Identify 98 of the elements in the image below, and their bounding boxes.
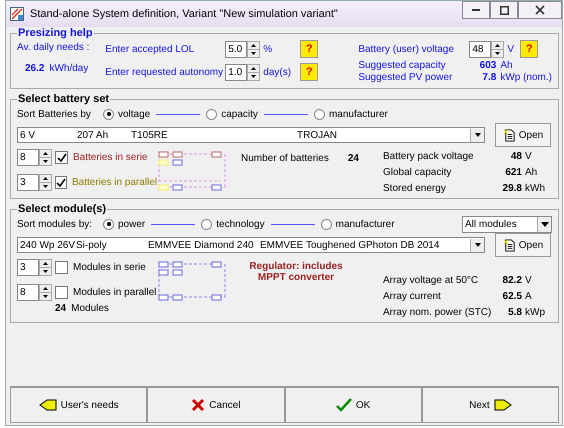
stat-label: Stored energy xyxy=(383,182,447,194)
minimize-button[interactable] xyxy=(462,1,490,19)
back-button[interactable]: User's needs xyxy=(10,387,148,423)
checkbox[interactable] xyxy=(55,151,68,164)
stat-value: 62.5 xyxy=(502,290,522,302)
checkbox-label: Modules in parallel xyxy=(73,287,156,298)
count-label: Modules xyxy=(71,303,109,314)
dropdown-arrow-icon xyxy=(540,222,548,226)
checkbox[interactable] xyxy=(55,286,68,299)
group-title: Select module(s) xyxy=(17,203,108,215)
number-field[interactable]: 48 xyxy=(469,40,492,58)
document-icon xyxy=(502,128,516,142)
checkbox-label: Batteries in parallel xyxy=(72,177,158,188)
stat-label: Number of batteries xyxy=(241,153,329,164)
unit-label: V xyxy=(525,150,532,162)
minimize-icon xyxy=(472,9,480,11)
number-field[interactable]: 5.0 xyxy=(225,40,248,58)
checkbox[interactable] xyxy=(55,176,67,189)
stat-label: Array current xyxy=(383,290,442,302)
field-label: Enter requested autonomy xyxy=(105,66,222,78)
open-button[interactable]: Open xyxy=(495,233,551,257)
unit-label: kWp (nom.) xyxy=(500,72,552,82)
spinner-arrows[interactable] xyxy=(247,64,260,80)
stat-label: Global capacity xyxy=(383,166,452,178)
number-field[interactable]: 3 xyxy=(17,259,39,276)
stat-label: Battery pack voltage xyxy=(383,150,475,162)
radio-option[interactable]: manufacturer xyxy=(320,218,395,230)
stat-value: 24 xyxy=(348,153,359,164)
radio-option[interactable]: power xyxy=(103,218,146,230)
stat-label: Array voltage at 50°C xyxy=(383,274,480,286)
unit-label: kWp xyxy=(525,306,545,318)
unit-label: kWh/day xyxy=(49,63,88,74)
cross-icon xyxy=(191,398,206,412)
unit-label: V xyxy=(525,274,532,286)
maximize-icon xyxy=(500,6,508,14)
checkbox-label: Modules in serie xyxy=(73,262,146,273)
module-count: 24 xyxy=(55,303,66,314)
app-icon xyxy=(10,7,24,21)
field-label: Av. daily needs : xyxy=(17,42,90,53)
stat-label: Array nom. power (STC) xyxy=(383,306,492,318)
spinner-arrows[interactable] xyxy=(39,259,52,276)
spinner-arrows[interactable] xyxy=(247,40,260,58)
help-button[interactable]: ? xyxy=(520,40,538,58)
number-field[interactable]: 3 xyxy=(17,174,39,191)
help-button[interactable]: ? xyxy=(300,40,318,58)
document-icon xyxy=(502,238,516,252)
spinner-arrows[interactable] xyxy=(39,149,52,166)
checkmark-icon xyxy=(336,398,352,412)
stat-value: 29.8 xyxy=(502,182,522,194)
stat-value: 82.2 xyxy=(502,274,522,286)
cancel-button[interactable]: Cancel xyxy=(147,387,284,423)
selection-dropdown[interactable]: 6 V 207 Ah T105RE TROJAN xyxy=(17,127,485,143)
open-button[interactable]: Open xyxy=(495,123,551,147)
checkbox-label: Batteries in serie xyxy=(73,152,148,163)
unit-label: kWh xyxy=(525,182,545,194)
daily-needs-value: 26.2 xyxy=(25,63,44,74)
close-icon xyxy=(535,5,545,15)
next-button[interactable]: Next xyxy=(422,387,559,423)
window-title: Stand-alone System definition, Variant "New simulation variant" xyxy=(30,8,339,20)
dropdown-arrow-icon xyxy=(474,133,480,137)
close-button[interactable] xyxy=(518,1,562,19)
checkbox[interactable] xyxy=(55,261,68,274)
selection-dropdown[interactable]: 240 Wp 26VSi-poly EMMVEE Diamond 240 EMMVEE Toughened GPhoton DB 2014 xyxy=(17,237,485,253)
number-field[interactable]: 1.0 xyxy=(225,64,248,80)
maximize-button[interactable] xyxy=(490,1,518,19)
field-label: Suggested PV power xyxy=(358,72,454,82)
number-field[interactable]: 8 xyxy=(17,149,39,166)
stat-value: 621 xyxy=(504,166,522,178)
stat-value: 48 xyxy=(510,150,522,162)
spinner-arrows[interactable] xyxy=(491,40,504,58)
ok-button[interactable]: OK xyxy=(284,387,422,423)
radio-option[interactable]: capacity xyxy=(206,108,258,120)
value-text: 7.8 xyxy=(481,72,496,82)
group-title: Presizing help xyxy=(17,27,94,39)
help-button[interactable]: ? xyxy=(300,63,318,81)
field-label: Suggested capacity xyxy=(358,60,447,70)
field-label: Battery (user) voltage xyxy=(358,44,455,54)
radio-option[interactable]: technology xyxy=(201,218,265,230)
radio-option[interactable]: manufacturer xyxy=(314,108,388,120)
spinner-arrows[interactable] xyxy=(39,284,52,301)
filter-dropdown[interactable]: All modules xyxy=(462,216,552,232)
sort-label: Sort modules by: xyxy=(17,218,94,230)
number-field[interactable]: 8 xyxy=(17,284,39,301)
spinner-arrows[interactable] xyxy=(39,174,52,191)
unit-label: Ah xyxy=(500,60,513,70)
field-label: Enter accepted LOL xyxy=(105,44,196,54)
unit-label: % xyxy=(263,44,274,54)
unit-label: V xyxy=(507,44,515,54)
dropdown-arrow-icon xyxy=(474,243,480,247)
unit-label: A xyxy=(525,290,532,302)
regulator-note: Regulator: includes MPPT converter xyxy=(248,261,344,283)
radio-option[interactable]: voltage xyxy=(103,108,150,120)
sort-label: Sort Batteries by xyxy=(17,108,92,120)
group-title: Select battery set xyxy=(17,93,110,105)
unit-label: day(s) xyxy=(263,66,292,78)
value-text: 603 xyxy=(478,60,496,70)
stat-value: 5.8 xyxy=(507,306,522,318)
unit-label: Ah xyxy=(525,166,538,178)
